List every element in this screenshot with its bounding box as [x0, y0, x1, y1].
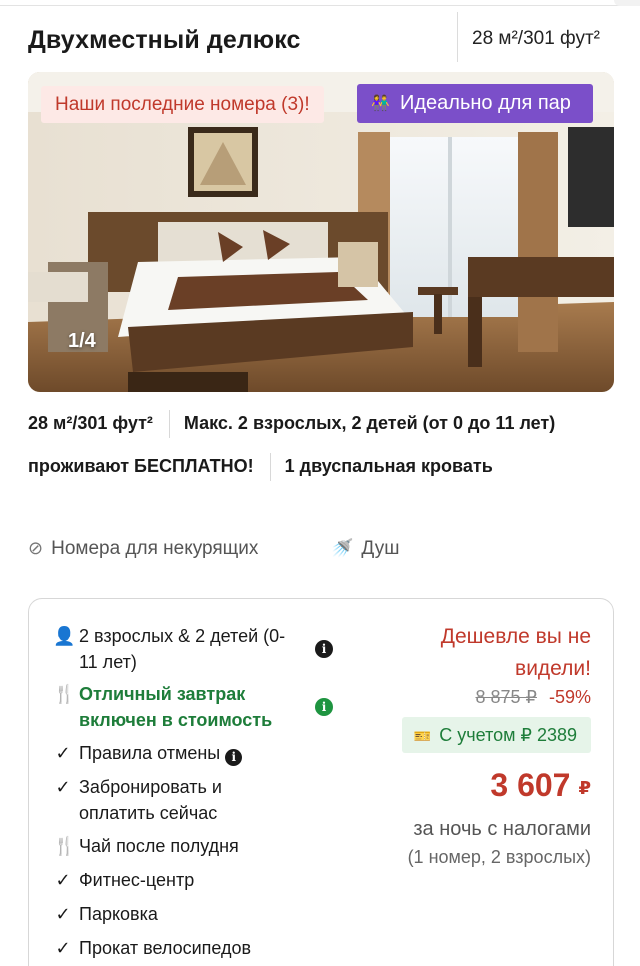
cancellation-label: Правила отмены: [79, 743, 221, 763]
offer-card[interactable]: 👤 2 взрослых & 2 детей (0-11 лет) i 🍴 От…: [28, 598, 614, 966]
cutlery-icon: 🍴: [53, 836, 76, 856]
cutlery-icon: 🍴: [53, 684, 76, 704]
final-price: 3 607 ₽: [361, 765, 591, 808]
feature-text: Отличный завтрак включен в стоимость: [79, 684, 273, 730]
ticket-icon: 🎫: [413, 728, 432, 744]
feature-guests: 👤 2 взрослых & 2 детей (0-11 лет): [53, 623, 301, 675]
amenities-row: ⊘ Номера для некурящих 🚿 Душ: [28, 538, 618, 568]
person-icon: 👤: [53, 626, 76, 646]
shower-icon: 🚿: [331, 538, 354, 558]
room-size-header: 28 м²/301 фут²: [472, 28, 601, 49]
fact-size: 28 м²/301 фут²: [28, 413, 153, 433]
amenity-label: Душ: [361, 538, 400, 559]
feature-text: 2 взрослых & 2 детей (0-11 лет): [79, 626, 286, 672]
header-divider: [457, 12, 458, 62]
no-smoking-icon: ⊘: [28, 538, 44, 558]
feature-pay-now: ✓ Забронировать и оплатить сейчас: [53, 774, 301, 826]
price-value: 3 607: [490, 767, 571, 803]
old-price-row: 8 875 ₽ -59%: [361, 687, 591, 708]
room-header: Двухместный делюкс 28 м²/301 фут²: [0, 12, 640, 70]
price-block: Дешевле вы не видели! 8 875 ₽ -59% 🎫 С уче…: [361, 621, 591, 868]
top-divider: [0, 0, 640, 6]
photo-counter: 1/4: [68, 330, 96, 352]
feature-bike-rental: ✓ Прокат велосипедов: [53, 935, 333, 961]
feature-text: Парковка: [79, 904, 158, 924]
fact-separator: [269, 453, 271, 482]
discount-badge: -59%: [548, 687, 591, 707]
room-photo[interactable]: Наши последние номера (3)! 👫 Идеально для…: [28, 72, 614, 392]
check-icon: ✓: [55, 743, 71, 763]
check-icon: ✓: [55, 777, 71, 797]
feature-breakfast: 🍴 Отличный завтрак включен в стоимость: [53, 681, 301, 733]
fact-bed: 1 двуспальная кровать: [284, 456, 493, 476]
feature-afternoon-tea: 🍴 Чай после полудня: [53, 833, 333, 859]
feature-text: Правила отмены i: [53, 740, 333, 766]
currency-symbol: ₽: [578, 778, 591, 798]
feature-fitness: ✓ Фитнес-центр: [53, 867, 333, 893]
rooms-guests-label: (1 номер, 2 взрослых): [407, 847, 591, 867]
info-icon[interactable]: i: [315, 698, 333, 716]
amenity-label: Номера для некурящих: [51, 538, 259, 559]
fact-separator: [168, 410, 170, 439]
couples-badge: 👫 Идеально для пар: [357, 84, 593, 123]
feature-text: Забронировать и оплатить сейчас: [79, 777, 222, 823]
amenity-shower: 🚿 Душ: [331, 538, 399, 560]
cheaper-label: Дешевле вы не видели!: [440, 625, 591, 680]
top-fade: [614, 0, 640, 6]
check-icon: ✓: [55, 938, 71, 958]
check-icon: ✓: [55, 870, 71, 890]
old-price: 8 875 ₽: [475, 687, 537, 707]
feature-text: Чай после полудня: [79, 836, 239, 856]
coupon-label: С учетом ₽ 2389: [439, 725, 577, 745]
coupon-badge[interactable]: 🎫 С учетом ₽ 2389: [401, 717, 591, 753]
info-icon[interactable]: i: [315, 640, 333, 658]
per-night-label: за ночь с налогами: [413, 818, 591, 840]
room-facts: 28 м²/301 фут² Макс. 2 взрослых, 2 детей …: [28, 402, 618, 488]
amenity-no-smoking: ⊘ Номера для некурящих: [28, 538, 258, 560]
couple-icon: 👫: [371, 95, 390, 112]
last-rooms-badge: Наши последние номера (3)!: [41, 86, 324, 123]
info-icon[interactable]: i: [225, 749, 243, 766]
couples-badge-label: Идеально для пар: [400, 92, 571, 114]
check-icon: ✓: [55, 904, 71, 924]
feature-parking: ✓ Парковка: [53, 901, 333, 927]
feature-text: Фитнес-центр: [79, 870, 195, 890]
feature-cancellation[interactable]: ✓ Правила отмены i: [53, 740, 333, 766]
feature-text: Прокат велосипедов: [79, 938, 252, 958]
room-title: Двухместный делюкс: [28, 26, 301, 54]
